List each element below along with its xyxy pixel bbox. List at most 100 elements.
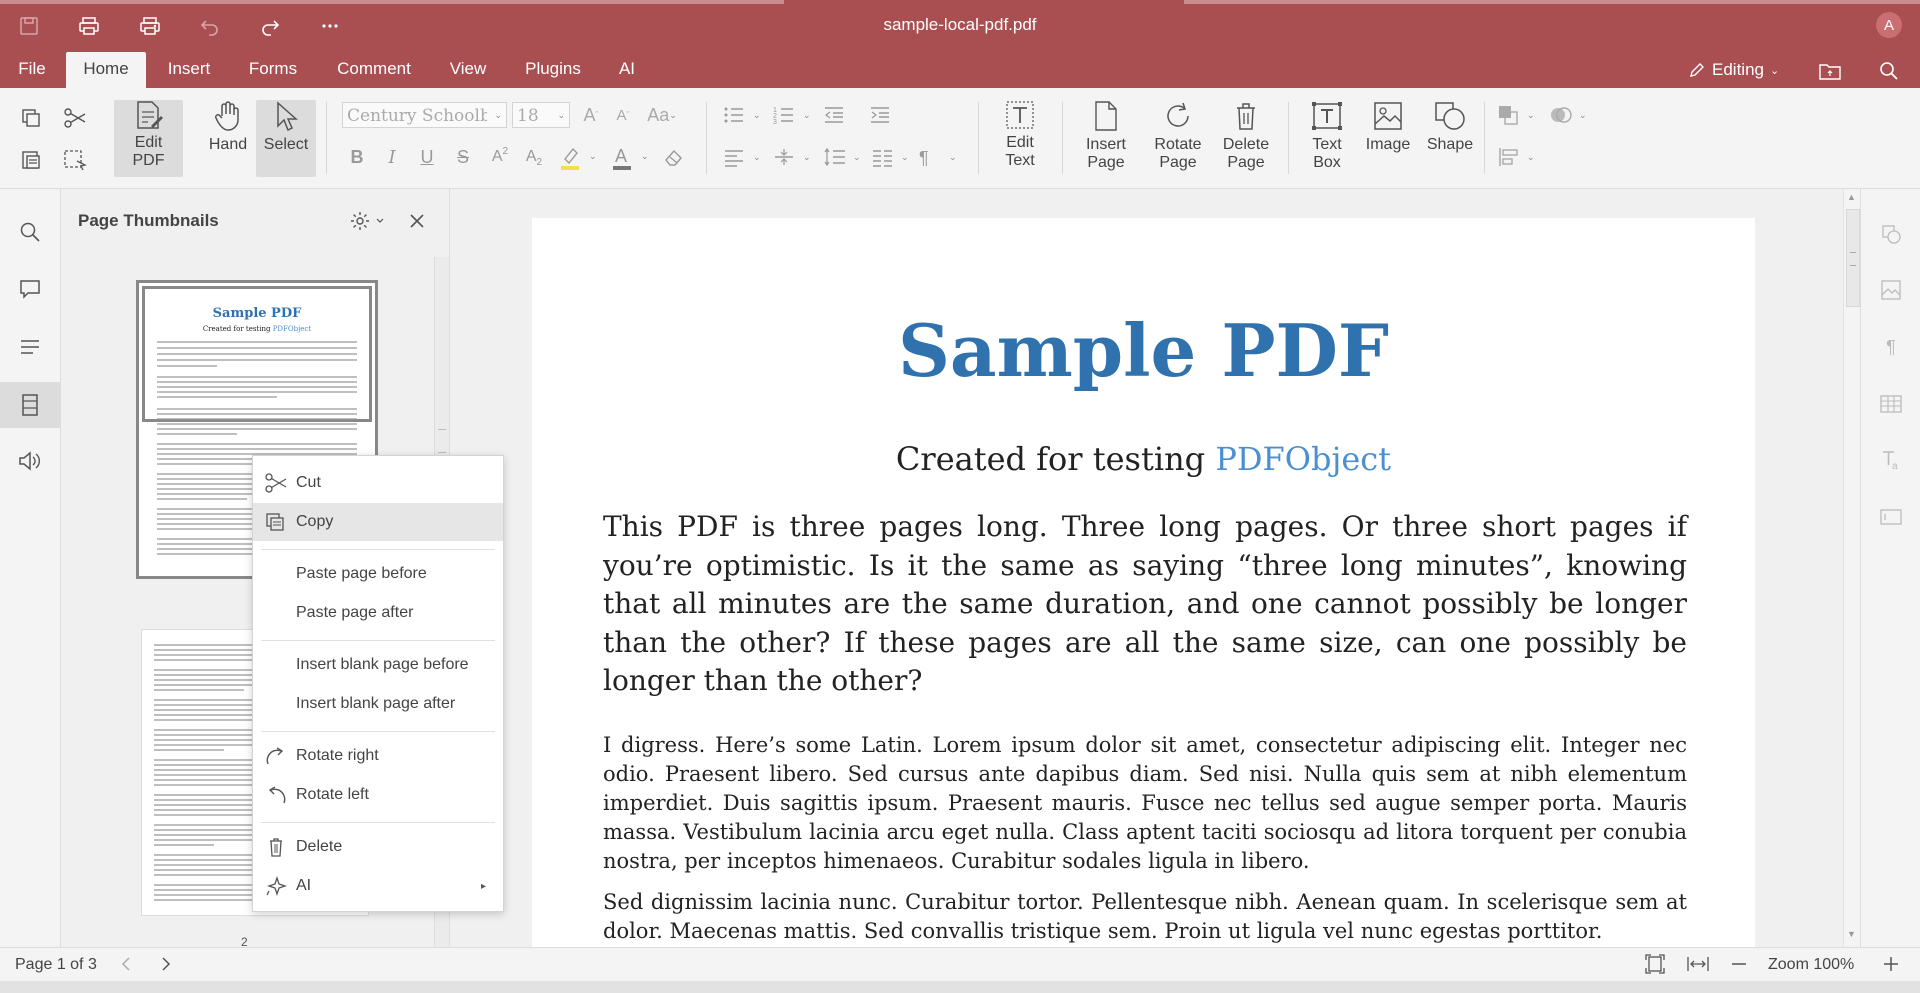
font-size-select[interactable]: 18 ⌄	[512, 102, 570, 128]
vertical-align-icon[interactable]: ⌄	[772, 144, 816, 170]
scroll-up-icon[interactable]: ▲	[1847, 192, 1856, 202]
edit-pdf-group[interactable]: Edit PDF	[114, 100, 183, 170]
text-art-icon[interactable]: a	[1861, 437, 1920, 483]
previous-page-icon[interactable]	[116, 954, 136, 974]
font-family-select[interactable]: Century Schoolbook⌄	[342, 102, 507, 128]
strikethrough-icon[interactable]: S	[452, 144, 474, 170]
bullet-list-icon[interactable]: ⌄	[722, 102, 766, 128]
decrease-font-icon[interactable]: Aˇ	[612, 102, 634, 128]
scroll-thumb[interactable]	[1846, 209, 1860, 307]
font-color-icon[interactable]: A ⌄	[610, 144, 652, 172]
tab-ai[interactable]: AI	[610, 52, 644, 88]
delete-page-label: Delete Page	[1222, 136, 1270, 171]
delete-page-button[interactable]: Delete Page	[1216, 100, 1276, 172]
rotate-page-button[interactable]: Rotate Page	[1146, 100, 1210, 172]
tab-home[interactable]: Home	[66, 52, 146, 88]
scroll-down-icon[interactable]: ▼	[1847, 929, 1856, 939]
tab-view[interactable]: View	[440, 52, 496, 88]
highlight-color-icon[interactable]: ⌄	[558, 144, 600, 172]
edit-text-button[interactable]: Edit Text	[990, 100, 1050, 170]
eraser-icon[interactable]	[662, 144, 686, 170]
align-objects-icon[interactable]: ⌄	[1496, 144, 1540, 170]
svg-text:⌄: ⌄	[949, 152, 957, 162]
paste-icon[interactable]	[18, 148, 44, 172]
hand-tool-button[interactable]: Hand	[198, 100, 258, 154]
change-case-icon[interactable]: Aa ⌄	[644, 102, 680, 128]
thumb-subtitle: Created for testing PDFObject	[202, 325, 312, 333]
comment-icon[interactable]	[0, 266, 60, 312]
group-shapes-icon[interactable]: ⌄	[1548, 102, 1592, 128]
cut-icon[interactable]	[62, 106, 88, 130]
image-settings-icon[interactable]	[1861, 267, 1920, 313]
area-select-icon[interactable]	[62, 148, 88, 172]
paragraph-mark-icon[interactable]: ¶ ⌄	[918, 144, 962, 170]
pdfobject-link[interactable]: PDFObject	[1215, 440, 1391, 478]
shape-settings-icon[interactable]	[1861, 211, 1920, 257]
tab-insert[interactable]: Insert	[156, 52, 222, 88]
tab-comment[interactable]: Comment	[326, 52, 422, 88]
fit-page-icon[interactable]	[1644, 953, 1666, 975]
menu-item-paste-after[interactable]: Paste page after	[253, 594, 503, 632]
insert-page-button[interactable]: Insert Page	[1074, 100, 1138, 172]
document-viewport[interactable]: Sample PDF Created for testing PDFObject…	[450, 189, 1843, 947]
numbered-list-icon[interactable]: 1 2 3 ⌄	[772, 102, 816, 128]
align-left-icon[interactable]: ⌄	[722, 144, 766, 170]
zoom-out-icon[interactable]	[1728, 953, 1750, 975]
menu-item-insert-blank-after[interactable]: Insert blank page after	[253, 685, 503, 723]
pdf-page[interactable]: Sample PDF Created for testing PDFObject…	[532, 218, 1755, 947]
shape-button[interactable]: Shape	[1420, 100, 1480, 154]
svg-text:A: A	[615, 146, 627, 166]
close-panel-icon[interactable]	[405, 209, 429, 233]
user-avatar[interactable]: A	[1876, 12, 1902, 38]
page-indicator: Page 1 of 3	[15, 956, 97, 973]
superscript-icon[interactable]: A2	[488, 144, 512, 170]
menu-item-paste-before[interactable]: Paste page before	[253, 555, 503, 593]
document-title: sample-local-pdf.pdf	[883, 15, 1037, 34]
image-button[interactable]: Image	[1360, 100, 1416, 154]
decrease-indent-icon[interactable]	[822, 102, 846, 128]
zoom-in-icon[interactable]	[1880, 953, 1902, 975]
menu-item-label: Rotate left	[296, 786, 369, 803]
search-icon[interactable]	[0, 209, 60, 255]
italic-icon[interactable]: I	[381, 144, 403, 170]
document-scrollbar[interactable]: ▲ ▼	[1843, 189, 1860, 947]
page-thumbnails-icon[interactable]	[0, 382, 60, 428]
menu-item-ai[interactable]: AI ▸	[253, 867, 503, 905]
tab-forms[interactable]: Forms	[240, 52, 306, 88]
bottom-strip	[0, 981, 1920, 993]
tab-plugins[interactable]: Plugins	[514, 52, 592, 88]
underline-icon[interactable]: U	[416, 144, 438, 170]
editing-mode-dropdown[interactable]: Editing ⌄	[1688, 52, 1779, 88]
line-spacing-icon[interactable]: ⌄	[822, 144, 866, 170]
bold-icon[interactable]: B	[346, 144, 368, 170]
paragraph-settings-icon[interactable]: ¶	[1861, 324, 1920, 370]
table-settings-icon[interactable]	[1861, 381, 1920, 427]
subscript-icon[interactable]: A2	[522, 144, 546, 170]
edit-text-icon	[1006, 101, 1034, 129]
open-folder-icon[interactable]	[1818, 59, 1842, 83]
next-page-icon[interactable]	[156, 954, 176, 974]
zoom-level[interactable]: Zoom 100%	[1768, 956, 1854, 974]
menu-item-delete[interactable]: Delete	[253, 828, 503, 866]
columns-icon[interactable]: ⌄	[870, 144, 914, 170]
select-tool-button[interactable]: Select	[256, 100, 316, 154]
trash-icon	[1237, 103, 1255, 130]
increase-font-icon[interactable]: Aˆ	[580, 102, 602, 128]
search-icon[interactable]	[1876, 58, 1902, 84]
form-field-settings-icon[interactable]	[1861, 494, 1920, 540]
increase-indent-icon[interactable]	[868, 102, 892, 128]
outline-icon[interactable]	[0, 324, 60, 370]
text-box-button[interactable]: Text Box	[1298, 100, 1356, 172]
arrange-icon[interactable]: ⌄	[1496, 102, 1540, 128]
speaker-icon[interactable]	[0, 438, 60, 484]
fit-width-icon[interactable]	[1686, 953, 1710, 975]
menu-item-insert-blank-before[interactable]: Insert blank page before	[253, 646, 503, 684]
copy-icon[interactable]	[18, 106, 44, 130]
tab-file[interactable]: File	[8, 52, 56, 88]
menu-item-copy[interactable]: Copy	[253, 503, 503, 541]
paragraph-3: Sed dignissim lacinia nunc. Curabitur to…	[603, 890, 1687, 943]
menu-item-rotate-left[interactable]: Rotate left	[253, 776, 503, 814]
menu-item-cut[interactable]: Cut	[253, 464, 503, 502]
menu-item-rotate-right[interactable]: Rotate right	[253, 737, 503, 775]
panel-settings-icon[interactable]	[349, 209, 389, 233]
